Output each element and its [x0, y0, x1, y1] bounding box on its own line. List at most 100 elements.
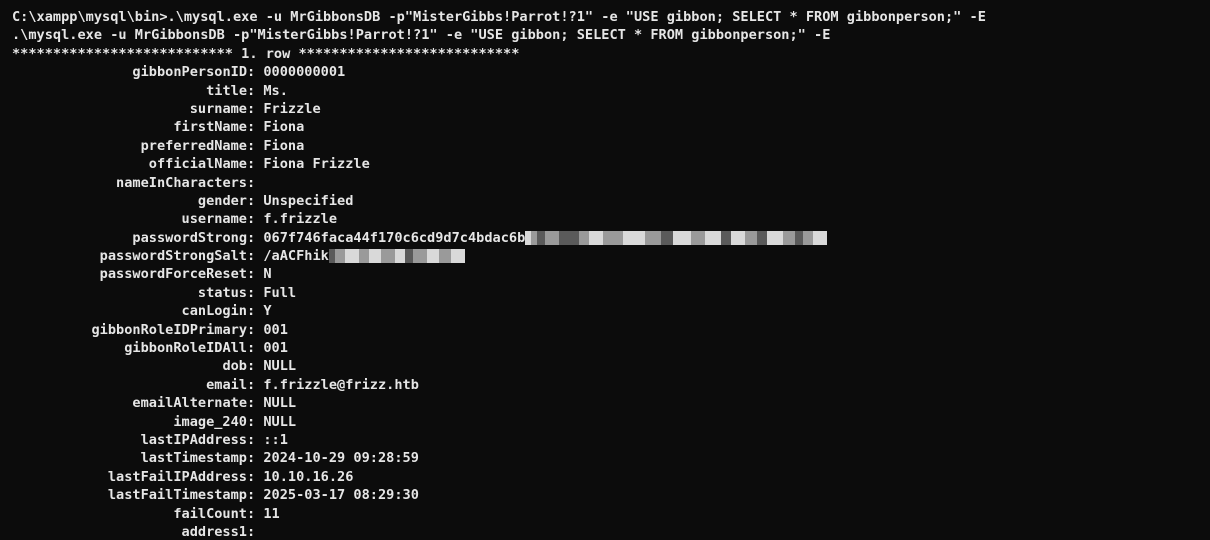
field-separator: : [247, 64, 264, 81]
result-fields: gibbonPersonID: 0000000001 title: Ms. surn… [12, 63, 1210, 540]
terminal-window[interactable]: C:\xampp\mysql\bin>.\mysql.exe -u MrGibb… [0, 0, 1210, 540]
redaction-block [767, 230, 784, 245]
redaction-block [813, 230, 828, 245]
field-value: f.frizzle [263, 211, 338, 228]
field-name: lastFailTimestamp [107, 487, 247, 504]
field-row: nameInCharacters: [12, 174, 1210, 192]
field-value: f.frizzle@frizz.htb [263, 376, 419, 393]
field-row: passwordForceReset: N [12, 265, 1210, 283]
field-row: surname: Frizzle [12, 100, 1210, 118]
field-row: lastTimestamp: 2024-10-29 09:28:59 [12, 449, 1210, 467]
field-row: officialName: Fiona Frizzle [12, 155, 1210, 173]
field-separator: : [247, 284, 264, 301]
field-value: 0000000001 [263, 64, 346, 81]
row-header: *************************** 1. row *****… [12, 45, 520, 62]
redaction-block [623, 230, 646, 245]
field-name: status [197, 284, 247, 301]
field-separator: : [247, 119, 264, 136]
field-separator: : [247, 505, 264, 522]
redaction-block [803, 230, 814, 245]
command-line: C:\xampp\mysql\bin>.\mysql.exe -u MrGibb… [12, 9, 986, 25]
field-name: gibbonRoleIDPrimary [91, 321, 248, 338]
field-value: Frizzle [263, 100, 321, 117]
redaction-block [450, 249, 465, 264]
field-row: address1: [12, 523, 1210, 540]
field-row: username: f.frizzle [12, 210, 1210, 228]
field-name: passwordStrongSalt [99, 248, 247, 265]
redaction-block [344, 249, 359, 264]
field-value: Unspecified [263, 192, 354, 209]
redaction-block [691, 230, 706, 245]
field-value: 2024-10-29 09:28:59 [263, 450, 419, 467]
field-value: NULL [263, 395, 297, 412]
command-echo-line: .\mysql.exe -u MrGibbonsDB -p"MisterGibb… [12, 27, 831, 44]
field-value: Full [263, 284, 297, 301]
redacted-pixelation [328, 247, 465, 265]
field-separator: : [247, 100, 264, 117]
field-name: emailAlternate [132, 395, 247, 412]
field-name: gender [197, 192, 247, 209]
field-row: lastFailTimestamp: 2025-03-17 08:29:30 [12, 486, 1210, 504]
redaction-block [721, 230, 732, 245]
redaction-block [438, 249, 451, 264]
field-name: dob [222, 358, 247, 375]
redaction-block [537, 230, 546, 245]
field-separator: : [247, 358, 264, 375]
field-value: Ms. [263, 82, 288, 99]
field-value: 067f746faca44f170c6cd9d7c4bdac6b [263, 229, 526, 246]
redaction-block [404, 249, 413, 264]
redaction-block [426, 249, 439, 264]
redaction-block [745, 230, 758, 245]
field-separator: : [247, 321, 264, 338]
field-separator: : [247, 266, 264, 283]
field-value: 2025-03-17 08:29:30 [263, 487, 419, 504]
redaction-block [673, 230, 692, 245]
field-separator: : [247, 82, 264, 99]
field-row: emailAlternate: NULL [12, 394, 1210, 412]
field-row: lastIPAddress: ::1 [12, 431, 1210, 449]
field-value: Fiona Frizzle [263, 156, 370, 173]
redaction-block [795, 230, 804, 245]
field-name: preferredName [140, 137, 247, 154]
field-separator: : [247, 192, 264, 209]
field-row: passwordStrongSalt: /aACFhik [12, 247, 1210, 265]
redaction-block [579, 230, 590, 245]
field-name: officialName [148, 156, 247, 173]
field-row: title: Ms. [12, 82, 1210, 100]
field-row: lastFailIPAddress: 10.10.16.26 [12, 468, 1210, 486]
field-value: ::1 [263, 431, 288, 448]
field-name: canLogin [181, 303, 247, 320]
field-value: 11 [263, 505, 280, 522]
redaction-block [559, 230, 580, 245]
redaction-block [412, 249, 427, 264]
redaction-block [358, 249, 369, 264]
field-name: surname [189, 100, 247, 117]
field-separator: : [247, 174, 264, 191]
field-name: nameInCharacters [116, 174, 247, 191]
field-name: gibbonRoleIDAll [124, 340, 247, 357]
redaction-block [645, 230, 662, 245]
field-name: address1 [181, 523, 247, 540]
field-row: dob: NULL [12, 357, 1210, 375]
field-value: /aACFhik [263, 248, 329, 265]
field-separator: : [247, 229, 264, 246]
redaction-block [368, 249, 381, 264]
field-row: gibbonRoleIDPrimary: 001 [12, 321, 1210, 339]
field-name: passwordStrong [132, 229, 247, 246]
field-name: lastTimestamp [140, 450, 247, 467]
field-value: N [263, 266, 272, 283]
field-separator: : [247, 431, 264, 448]
redacted-pixelation [525, 229, 828, 247]
redaction-block [334, 249, 345, 264]
field-value: NULL [263, 358, 297, 375]
field-separator: : [247, 523, 264, 540]
field-row: passwordStrong: 067f746faca44f170c6cd9d7… [12, 229, 1210, 247]
field-name: title [206, 82, 247, 99]
field-row: image_240: NULL [12, 413, 1210, 431]
field-separator: : [247, 211, 264, 228]
field-value: Fiona [263, 137, 305, 154]
field-value: 001 [263, 340, 288, 357]
redaction-block [589, 230, 604, 245]
field-value: Fiona [263, 119, 305, 136]
field-row: canLogin: Y [12, 302, 1210, 320]
